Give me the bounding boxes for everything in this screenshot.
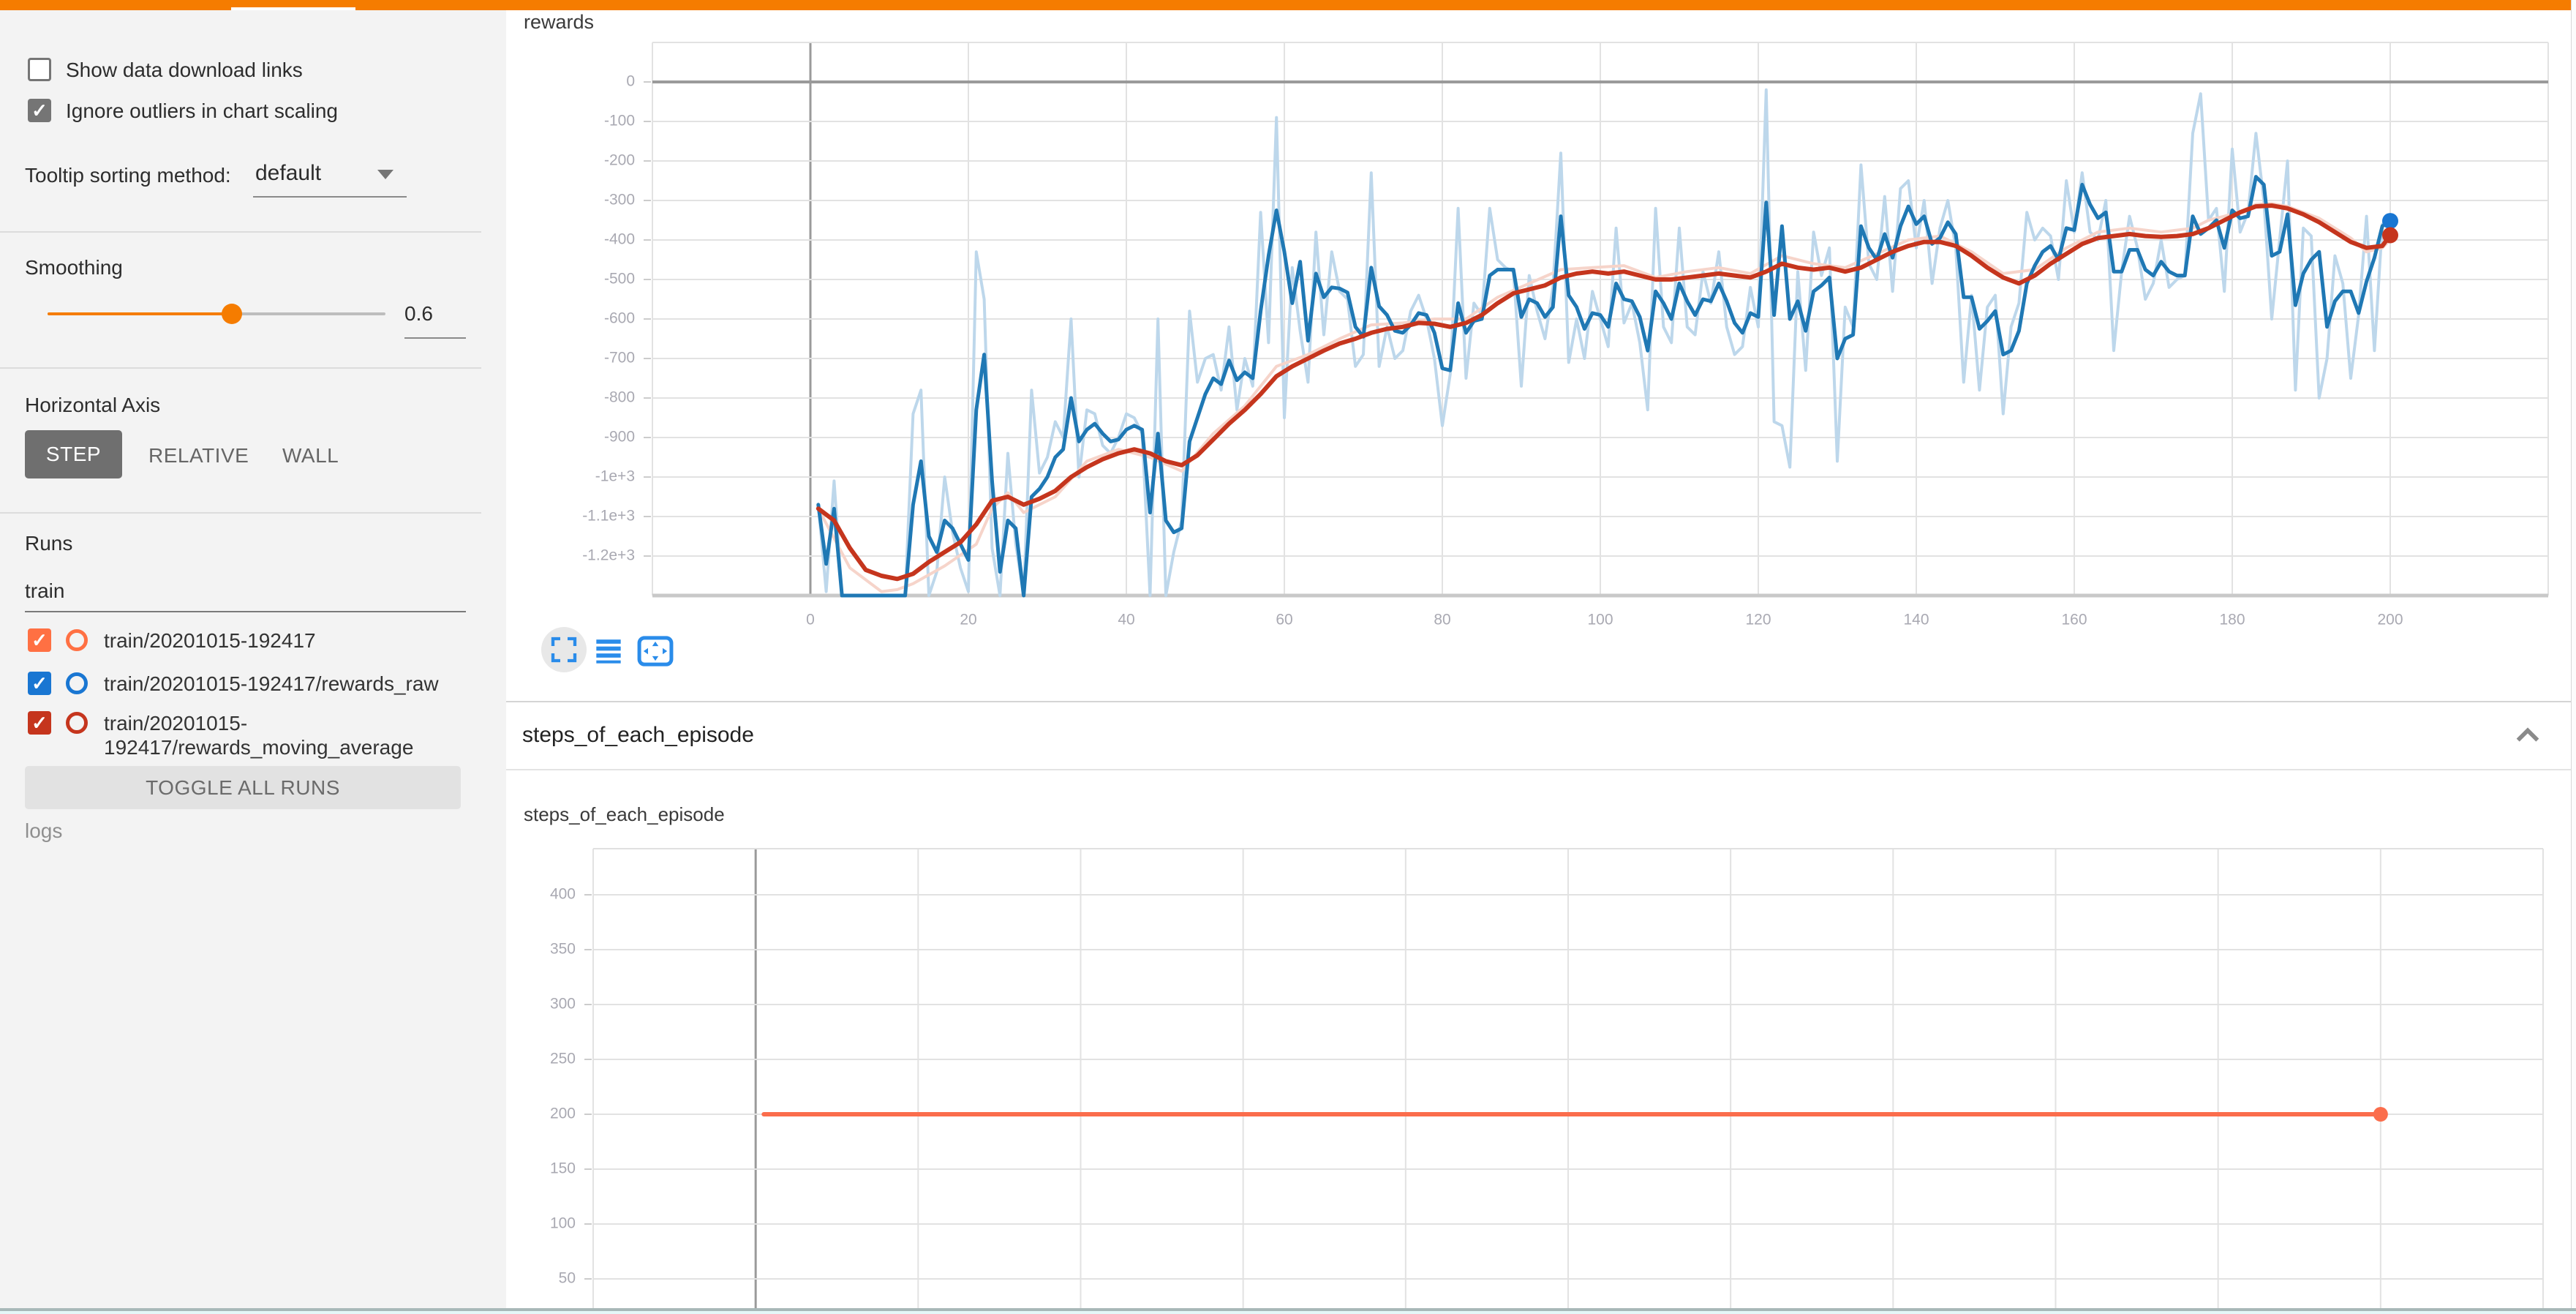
run-filter-underline [25,611,466,612]
run-radio[interactable] [66,712,88,734]
svg-text:-1e+3: -1e+3 [595,468,635,485]
dropdown-arrow-icon[interactable] [377,170,393,179]
svg-text:-300: -300 [604,192,635,209]
svg-text:350: 350 [550,941,576,958]
svg-text:-800: -800 [604,389,635,406]
smoothing-value-underline [404,337,466,339]
svg-text:-900: -900 [604,429,635,446]
svg-text:60: 60 [1276,612,1292,628]
svg-text:160: 160 [2061,612,2087,628]
smoothing-label: Smoothing [25,256,123,279]
svg-text:-500: -500 [604,271,635,288]
svg-text:250: 250 [550,1051,576,1067]
svg-text:0: 0 [806,612,815,628]
bottom-window-glow [0,1311,2576,1314]
smoothing-value[interactable]: 0.6 [404,302,433,326]
run-label: train/20201015-192417 [104,628,470,653]
data-series-list-icon[interactable] [593,637,624,666]
steps-section-header[interactable]: steps_of_each_episode [506,702,2571,770]
toggle-all-runs-button[interactable]: TOGGLE ALL RUNS [25,766,461,809]
svg-text:0: 0 [626,73,635,90]
sidebar: Show data download links ✓ Ignore outlie… [0,10,506,1308]
svg-text:200: 200 [2377,612,2403,628]
svg-text:400: 400 [550,886,576,903]
runs-label: Runs [25,532,72,555]
steps-section-title: steps_of_each_episode [522,723,754,748]
check-icon: ✓ [31,713,48,732]
run-checkbox[interactable]: ✓ [28,672,51,695]
divider [0,512,481,514]
svg-text:-200: -200 [604,152,635,169]
smoothing-slider-knob[interactable] [222,304,242,324]
steps-chart-title: steps_of_each_episode [524,803,725,826]
tooltip-sorting-label: Tooltip sorting method: [25,164,231,187]
run-radio[interactable] [66,629,88,651]
svg-text:-100: -100 [604,113,635,129]
ignore-outliers-label: Ignore outliers in chart scaling [66,100,338,123]
check-icon: ✓ [31,674,48,693]
check-icon: ✓ [31,631,48,650]
steps-line-chart[interactable]: 400 350 300 250 200 150 100 50 [506,834,2571,1314]
svg-text:300: 300 [550,996,576,1013]
vertical-scrollbar[interactable] [2571,0,2576,1308]
axis-relative-button[interactable]: RELATIVE [148,444,249,468]
ignore-outliers-checkbox[interactable]: ✓ [28,99,51,122]
divider [0,231,481,233]
show-data-download-links-checkbox[interactable] [28,58,51,81]
show-data-download-links-label: Show data download links [66,59,303,82]
chevron-up-icon[interactable] [2513,724,2542,746]
rewards-chart-title: rewards [524,11,594,34]
run-label: train/20201015-192417/rewards_raw [104,672,470,696]
svg-text:-1.2e+3: -1.2e+3 [582,547,635,564]
svg-text:140: 140 [1903,612,1929,628]
divider [0,367,481,369]
check-icon: ✓ [31,101,48,120]
svg-text:-700: -700 [604,350,635,367]
svg-text:20: 20 [960,612,976,628]
smoothing-slider-fill [48,312,232,315]
svg-text:50: 50 [559,1270,576,1287]
svg-text:40: 40 [1118,612,1134,628]
axis-step-button[interactable]: STEP [25,430,122,478]
svg-text:180: 180 [2219,612,2245,628]
tooltip-sorting-underline [253,196,407,198]
fullscreen-icon[interactable] [549,635,579,664]
logs-label: logs [25,819,62,843]
horizontal-axis-label: Horizontal Axis [25,394,160,417]
tensorboard-app: Show data download links ✓ Ignore outlie… [0,0,2576,1314]
run-label: train/20201015-192417/rewards_moving_ave… [104,711,470,759]
pan-zoom-icon[interactable] [637,635,674,667]
rewards-line-chart[interactable]: 0 -100 -200 -300 -400 -500 -600 -700 -800 -900 -1e… [506,34,2571,637]
svg-text:80: 80 [1434,612,1450,628]
svg-text:200: 200 [550,1105,576,1122]
svg-text:-400: -400 [604,231,635,248]
run-filter-input[interactable]: train [25,579,64,603]
run-checkbox[interactable]: ✓ [28,711,51,735]
svg-text:120: 120 [1745,612,1771,628]
axis-wall-button[interactable]: WALL [282,444,339,468]
run-checkbox[interactable]: ✓ [28,628,51,652]
svg-text:150: 150 [550,1160,576,1177]
svg-text:100: 100 [550,1215,576,1232]
top-app-bar [0,0,2571,10]
tooltip-sorting-dropdown[interactable]: default [255,161,321,186]
svg-text:-600: -600 [604,310,635,327]
svg-text:100: 100 [1587,612,1613,628]
run-radio[interactable] [66,672,88,694]
svg-text:-1.1e+3: -1.1e+3 [582,508,635,525]
